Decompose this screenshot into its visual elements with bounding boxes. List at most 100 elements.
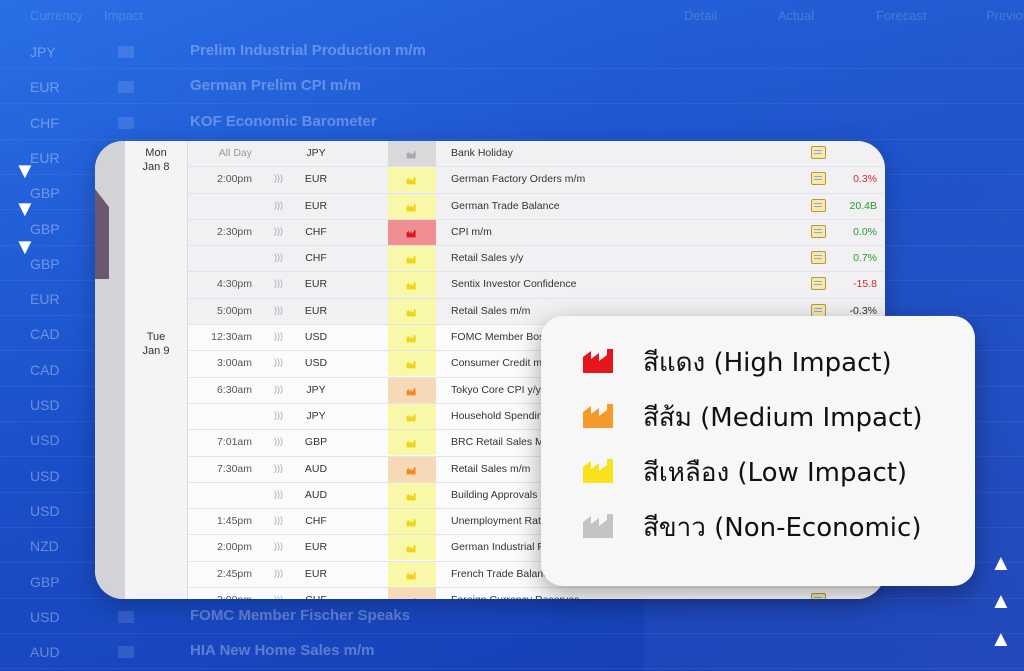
event-time: 1:45pm	[216, 515, 252, 528]
detail-folder-icon[interactable]	[811, 146, 826, 159]
event-currency: EUR	[304, 173, 328, 186]
factory-icon	[406, 255, 418, 264]
event-time: 3:00am	[216, 357, 252, 370]
bg-currency: USD	[30, 467, 60, 484]
impact-low-cell	[388, 167, 436, 193]
factory-icon	[406, 334, 418, 343]
event-currency: EUR	[304, 278, 328, 291]
factory-icon	[406, 229, 418, 238]
speaker-icon: )))	[274, 594, 283, 599]
event-title[interactable]: CPI m/m	[451, 226, 492, 238]
event-title[interactable]: German Factory Orders m/m	[451, 173, 585, 185]
bg-header-detail: Detail	[684, 8, 718, 23]
day-label: Mon Jan 8	[125, 141, 187, 174]
factory-icon	[581, 510, 643, 545]
bg-impact-icon	[118, 646, 134, 659]
event-currency: USD	[304, 331, 328, 344]
legend-label: สีเหลือง (Low Impact)	[643, 457, 908, 488]
bg-header-impact: Impact	[104, 8, 144, 23]
speaker-icon: )))	[274, 357, 283, 368]
factory-icon	[406, 518, 418, 527]
bg-impact-icon	[118, 610, 134, 623]
event-title[interactable]: Tokyo Core CPI y/y	[451, 384, 541, 396]
bg-currency: CAD	[30, 326, 60, 343]
factory-icon	[406, 492, 418, 501]
speaker-icon: )))	[274, 278, 283, 289]
event-time: 3:00pm	[188, 594, 252, 599]
speaker-icon: )))	[274, 383, 283, 394]
impact-low-cell	[388, 509, 436, 535]
event-title[interactable]: Retail Sales y/y	[451, 252, 523, 264]
event-title[interactable]: Consumer Credit m/m	[451, 357, 554, 369]
event-title[interactable]: Sentix Investor Confidence	[451, 278, 577, 290]
bg-event: Prelim Industrial Production m/m	[190, 42, 426, 59]
event-title[interactable]: Retail Sales m/m	[451, 305, 530, 317]
factory-icon	[406, 281, 418, 290]
calendar-row[interactable]: 3:00pm))) CHF Foreign Currency Reserves	[188, 588, 885, 599]
event-currency: AUD	[304, 462, 328, 475]
arrow-down-icon: ▼	[14, 196, 36, 221]
day-name: Tue	[146, 331, 166, 344]
bg-currency: EUR	[30, 79, 60, 96]
bg-row: AUD HIA New Home Sales m/m	[0, 638, 1024, 670]
bg-row: JPY Prelim Industrial Production m/m	[0, 38, 1024, 69]
card-sidebar	[95, 141, 125, 599]
impact-low-cell	[388, 561, 436, 587]
day-date: Jan 9	[142, 345, 170, 358]
event-title[interactable]: Unemployment Rate	[451, 515, 547, 527]
factory-icon	[581, 455, 643, 490]
calendar-row[interactable]: 2:30pm))) CHF CPI m/m 0.0%	[188, 219, 885, 247]
speaker-icon: )))	[274, 173, 283, 184]
event-title[interactable]: Bank Holiday	[451, 147, 513, 159]
day-date: Jan 8	[142, 161, 170, 173]
event-currency: JPY	[306, 409, 326, 422]
event-currency: USD	[304, 357, 328, 370]
event-currency: GBP	[304, 436, 328, 449]
factory-icon	[406, 466, 418, 475]
event-time: 4:30pm	[216, 278, 252, 291]
event-title[interactable]: Retail Sales m/m	[451, 463, 530, 475]
calendar-row[interactable]: 2:00pm))) EUR German Factory Orders m/m 0.3…	[188, 167, 885, 194]
bg-impact-icon	[118, 81, 134, 94]
detail-folder-icon[interactable]	[811, 593, 826, 599]
day-label: Tue Jan 9	[125, 325, 187, 358]
calendar-row[interactable]: All Day JPY Bank Holiday	[188, 141, 885, 168]
speaker-icon: )))	[274, 436, 283, 447]
bg-row: EUR German Prelim CPI m/m	[0, 73, 1024, 105]
event-currency: CHF	[305, 252, 327, 265]
event-actual: 0.7%	[853, 252, 877, 265]
arrow-down-icon: ▼	[14, 158, 36, 183]
calendar-row[interactable]: ))) EUR German Trade Balance 20.4B	[188, 193, 885, 220]
event-title[interactable]: German Trade Balance	[451, 200, 560, 212]
event-actual: -0.3%	[849, 304, 877, 317]
up-arrows: ▲ ▲ ▲	[990, 552, 1012, 666]
factory-icon	[406, 203, 418, 212]
factory-icon	[406, 176, 418, 185]
event-actual: 20.4B	[849, 199, 877, 212]
factory-icon	[406, 439, 418, 448]
factory-icon	[406, 571, 418, 580]
impact-low-cell	[388, 430, 436, 456]
calendar-row[interactable]: ))) CHF Retail Sales y/y 0.7%	[188, 246, 885, 273]
speaker-icon: )))	[274, 225, 283, 236]
bg-header-forecast: Forecast	[876, 8, 927, 23]
calendar-row[interactable]: 4:30pm))) EUR Sentix Investor Confidence -1…	[188, 272, 885, 299]
event-time: 2:45pm	[216, 567, 252, 580]
event-currency: EUR	[304, 199, 328, 212]
day-column: Tue Jan 9	[125, 325, 188, 599]
arrow-up-icon: ▲	[990, 588, 1012, 613]
bg-row: USD FOMC Member Fischer Speaks	[0, 603, 1024, 634]
impact-low-cell	[388, 246, 436, 272]
bg-impact-icon	[118, 116, 134, 129]
bg-currency: USD	[30, 397, 60, 413]
event-time: 6:30am	[216, 383, 252, 396]
bg-currency: USD	[30, 432, 60, 449]
impact-med-cell	[388, 588, 436, 599]
bg-row: CHF KOF Economic Barometer	[0, 109, 1024, 140]
event-title[interactable]: French Trade Balance	[451, 568, 554, 580]
event-time: 2:00pm	[216, 173, 252, 186]
event-currency: CHF	[305, 225, 327, 238]
event-title[interactable]: Foreign Currency Reserves	[451, 594, 579, 599]
bg-currency: AUD	[30, 644, 60, 661]
bg-currency: USD	[30, 608, 60, 625]
